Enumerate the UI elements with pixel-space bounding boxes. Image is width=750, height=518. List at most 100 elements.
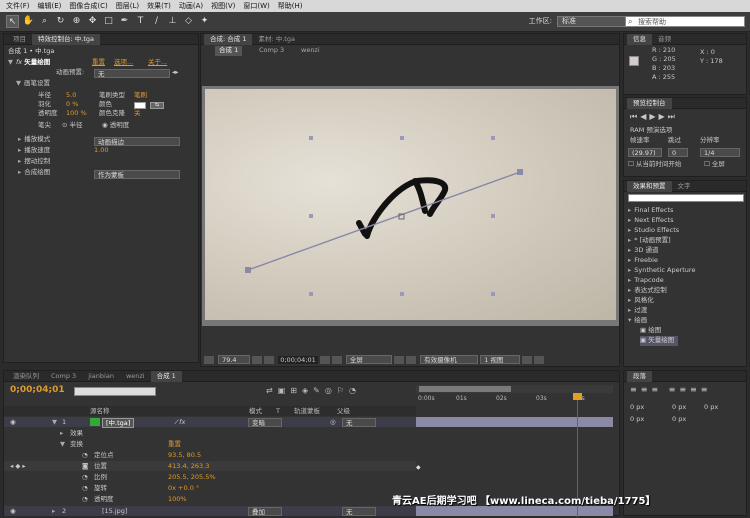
menu-edit[interactable]: 编辑(E) [38, 1, 62, 11]
fx-icon[interactable]: fx [16, 58, 22, 66]
keyframe-icon[interactable]: ◆ [416, 464, 421, 471]
scale-value[interactable]: 205.5, 205.5% [168, 472, 216, 482]
opacity-value[interactable]: 100% [168, 494, 187, 504]
search-help-input[interactable]: 搜索帮助 [625, 16, 745, 27]
resolution-select[interactable]: 全屏 [345, 355, 392, 364]
rect-mask-tool-icon[interactable]: □ [102, 15, 115, 28]
selection-tool-icon[interactable]: ↖ [6, 15, 19, 28]
table-row[interactable]: ◉ ▼ 1 [中.tga] ⁄ fx 变暗 ◎ 无 [4, 417, 416, 428]
rotation-value[interactable]: 0x +0.0 ° [168, 483, 199, 493]
eyedropper-icon[interactable]: ⇆ [150, 102, 164, 109]
layer-bar[interactable] [416, 417, 613, 427]
puppet-tool-icon[interactable]: ✦ [198, 15, 211, 28]
flow-comp1[interactable]: 合成 1 [215, 46, 243, 56]
comp-viewer[interactable] [202, 86, 619, 326]
list-item[interactable]: 过渡 [634, 306, 647, 314]
expand-icon[interactable]: ▼ [8, 58, 13, 66]
list-item[interactable]: Next Effects [634, 216, 673, 224]
menu-help[interactable]: 帮助(H) [278, 1, 303, 11]
bezier-handle-left[interactable] [245, 267, 251, 273]
clone-tool-icon[interactable]: ⊥ [166, 15, 179, 28]
parent-select[interactable]: 无 [342, 507, 376, 516]
mode-select[interactable]: 叠加 [248, 507, 282, 516]
roi-icon[interactable] [394, 356, 404, 364]
mode-select[interactable]: 变暗 [248, 418, 282, 427]
list-item[interactable]: 3D 通道 [634, 246, 658, 254]
preset-nav-icon[interactable]: ◂▸ [172, 68, 179, 78]
tab-wenzi[interactable]: wenzi [120, 371, 151, 382]
list-item[interactable]: 表达式控制 [634, 286, 667, 294]
flow-wenzi[interactable]: wenzi [301, 46, 320, 56]
preset-select[interactable]: 无 [94, 69, 170, 78]
work-area-bar[interactable] [416, 385, 613, 393]
tab-composition[interactable]: 合成: 合成 1 [204, 33, 253, 45]
menu-animation[interactable]: 动画(A) [179, 1, 203, 11]
stopwatch-active-icon[interactable]: ◙ [82, 461, 88, 471]
timeline-search-input[interactable] [74, 387, 156, 396]
bounds-handle[interactable] [400, 292, 404, 296]
space-before[interactable]: 0 px [630, 415, 644, 425]
list-item[interactable]: Trapcode [634, 276, 663, 284]
full-screen-checkbox[interactable]: ☐ [704, 160, 712, 168]
tab-info[interactable]: 信息 [627, 33, 652, 45]
menu-window[interactable]: 窗口(W) [243, 1, 269, 11]
list-item[interactable]: * [动画预置] [634, 236, 670, 244]
bounds-handle[interactable] [309, 214, 313, 218]
list-item[interactable]: Freebie [634, 256, 658, 264]
bounds-handle[interactable] [309, 136, 313, 140]
mask-icon[interactable] [264, 356, 275, 364]
playhead-icon[interactable] [573, 393, 582, 400]
composite-select[interactable]: 作为蒙板 [94, 170, 180, 179]
view-options-icon[interactable] [204, 356, 214, 364]
stopwatch-icon[interactable]: ◔ [82, 472, 88, 482]
flow-comp3[interactable]: Comp 3 [259, 46, 284, 56]
pan-behind-tool-icon[interactable]: ✥ [86, 15, 99, 28]
list-item[interactable]: Studio Effects [634, 226, 679, 234]
indent-left[interactable]: 0 px [630, 403, 644, 413]
snapshot-icon[interactable] [319, 356, 330, 364]
camera-tool-icon[interactable]: ⊕ [70, 15, 83, 28]
fx-search-input[interactable] [628, 194, 744, 202]
stopwatch-icon[interactable]: ◔ [82, 450, 88, 460]
tab-audio[interactable]: 音频 [652, 34, 677, 45]
options-link[interactable]: 选项... [114, 58, 133, 68]
bounds-handle[interactable] [491, 292, 495, 296]
camera-select[interactable]: 有效摄像机 [420, 355, 479, 364]
grid-icon[interactable] [252, 356, 263, 364]
position-value[interactable]: 413.4, 263.3 [168, 461, 209, 471]
color-clone-value[interactable]: 关 [134, 109, 141, 119]
layer-name[interactable]: [15.jpg] [102, 506, 127, 516]
stopwatch-icon[interactable]: ◔ [82, 494, 88, 504]
transform-reset[interactable]: 重置 [168, 439, 181, 449]
tab-character[interactable]: 文字 [672, 181, 697, 192]
tab-jianbian[interactable]: jianbian [82, 371, 120, 382]
text-tool-icon[interactable]: T [134, 15, 147, 28]
parent-select[interactable]: 无 [342, 418, 376, 427]
frame-rate-select[interactable]: (29.97) [628, 148, 662, 157]
list-item[interactable]: Final Effects [634, 206, 673, 214]
list-item[interactable]: 绘画 [634, 316, 647, 324]
tab-render-queue[interactable]: 渲染队列 [7, 371, 45, 382]
tab-footage[interactable]: 素材: 中.tga [252, 34, 300, 45]
timeline-timecode[interactable]: 0;00;04;01 [10, 385, 65, 395]
list-item[interactable]: Synthetic Aperture [634, 266, 695, 274]
tab-comp3[interactable]: Comp 3 [45, 371, 82, 382]
tab-effect-controls[interactable]: 特效控制台: 中.tga [32, 33, 100, 45]
bounds-handle[interactable] [491, 136, 495, 140]
nib-opacity-radio[interactable]: ◉ [102, 121, 110, 129]
tab-preview[interactable]: 预览控制台 [627, 97, 672, 109]
color-swatch[interactable] [134, 102, 146, 109]
play-mode-select[interactable]: 动画描边 [94, 137, 180, 146]
list-item[interactable]: 风格化 [634, 296, 654, 304]
opacity-value[interactable]: 100 % [66, 109, 87, 119]
playback-controls[interactable]: ⏮◀▶▶⏭ [630, 112, 678, 122]
rotate-tool-icon[interactable]: ↻ [54, 15, 67, 28]
tab-project[interactable]: 项目 [7, 34, 32, 45]
time-ruler[interactable]: 0:00s 01s 02s 03s 04s [416, 395, 613, 405]
anchor-value[interactable]: 93.5, 80.5 [168, 450, 201, 460]
menu-effect[interactable]: 效果(T) [147, 1, 171, 11]
bezier-handle-right[interactable] [517, 169, 523, 175]
channel-icon[interactable] [331, 356, 342, 364]
visibility-icon[interactable]: ◉ [10, 417, 16, 427]
nib-radius-radio[interactable]: ⊙ [62, 121, 70, 129]
